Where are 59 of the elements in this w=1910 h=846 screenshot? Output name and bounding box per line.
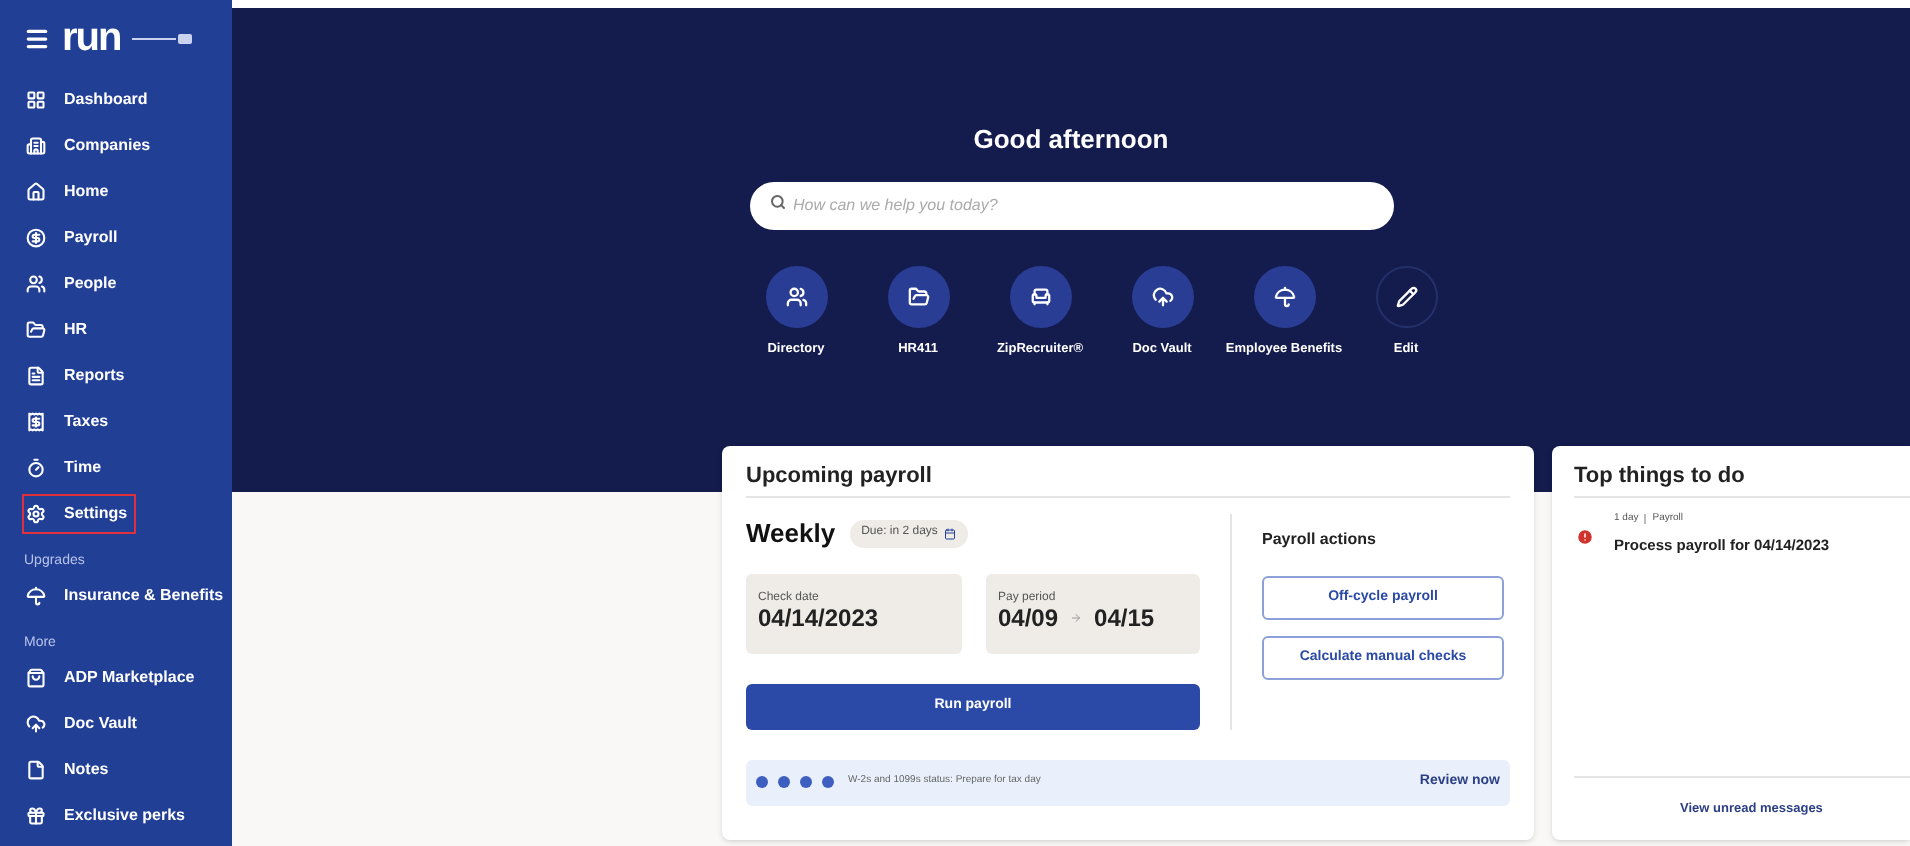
sidebar-item[interactable]: Home — [24, 174, 115, 210]
sidebar-item[interactable]: Settings — [24, 496, 134, 532]
shortcut-button[interactable] — [887, 266, 949, 328]
settings-icon — [26, 504, 46, 524]
shortcut-button[interactable] — [765, 266, 827, 328]
actions-title: Payroll actions — [1262, 528, 1378, 552]
dollar-icon — [26, 228, 46, 248]
tagline-logo-icon — [132, 33, 193, 43]
period-end: 04/15 — [1094, 605, 1155, 631]
greeting: Good afternoon — [973, 124, 1169, 156]
note-icon — [26, 760, 46, 780]
home-icon — [26, 182, 46, 202]
bag-icon — [26, 668, 46, 688]
timer-icon — [26, 458, 46, 478]
grid-icon — [26, 90, 46, 110]
sidebar-item[interactable]: ADP Marketplace — [24, 660, 201, 696]
card-title: Top things to do — [1574, 446, 1910, 498]
umbrella-icon — [26, 586, 46, 606]
chair-icon — [1029, 286, 1051, 308]
sidebar-item[interactable]: Exclusive perks — [24, 798, 191, 834]
card-title: Upcoming payroll — [746, 446, 1510, 498]
document-icon — [26, 366, 46, 386]
sidebar-item[interactable]: HR — [24, 312, 94, 348]
sidebar-item[interactable]: Doc Vault — [24, 706, 143, 742]
pencil-icon — [1395, 286, 1417, 308]
gift-icon — [26, 806, 46, 826]
arrow-icon — [1070, 612, 1083, 624]
receipt-icon — [26, 412, 46, 432]
people-icon — [26, 274, 46, 294]
menu-icon[interactable] — [24, 25, 50, 51]
sidebar-item[interactable]: Time — [24, 450, 108, 486]
shortcut-button[interactable] — [1253, 266, 1315, 328]
umbrella-icon — [1273, 286, 1295, 308]
folder-icon — [907, 286, 929, 308]
shortcut-button[interactable] — [1131, 266, 1193, 328]
check-date: 04/14/2023 — [758, 605, 881, 631]
sidebar-item[interactable]: Insurance & Benefits — [24, 578, 230, 614]
sidebar-item[interactable]: Dashboard — [24, 82, 154, 118]
sidebar-item[interactable]: Reports — [24, 358, 131, 394]
cloud-icon — [26, 714, 46, 734]
sidebar-item[interactable]: Notes — [24, 752, 115, 788]
folder-icon — [26, 320, 46, 340]
frequency-label: Weekly — [746, 516, 836, 552]
search-icon — [769, 194, 785, 210]
sidebar-item[interactable]: Companies — [24, 128, 157, 164]
period-start: 04/09 — [998, 605, 1059, 631]
search-field[interactable]: How can we help you today? — [749, 181, 1393, 229]
calendar-icon — [943, 527, 956, 540]
sidebar-item[interactable]: Payroll — [24, 220, 124, 256]
sidebar-item[interactable]: Taxes — [24, 404, 115, 440]
logo: run — [62, 18, 121, 58]
shortcut-button[interactable] — [1375, 266, 1437, 328]
sidebar-item[interactable]: People — [24, 266, 123, 302]
alert-icon — [1576, 528, 1594, 546]
shortcut-button[interactable] — [1009, 266, 1071, 328]
progress-dots-icon — [756, 776, 836, 788]
people-icon — [785, 286, 807, 308]
cloud-icon — [1151, 286, 1173, 308]
building-icon — [26, 136, 46, 156]
